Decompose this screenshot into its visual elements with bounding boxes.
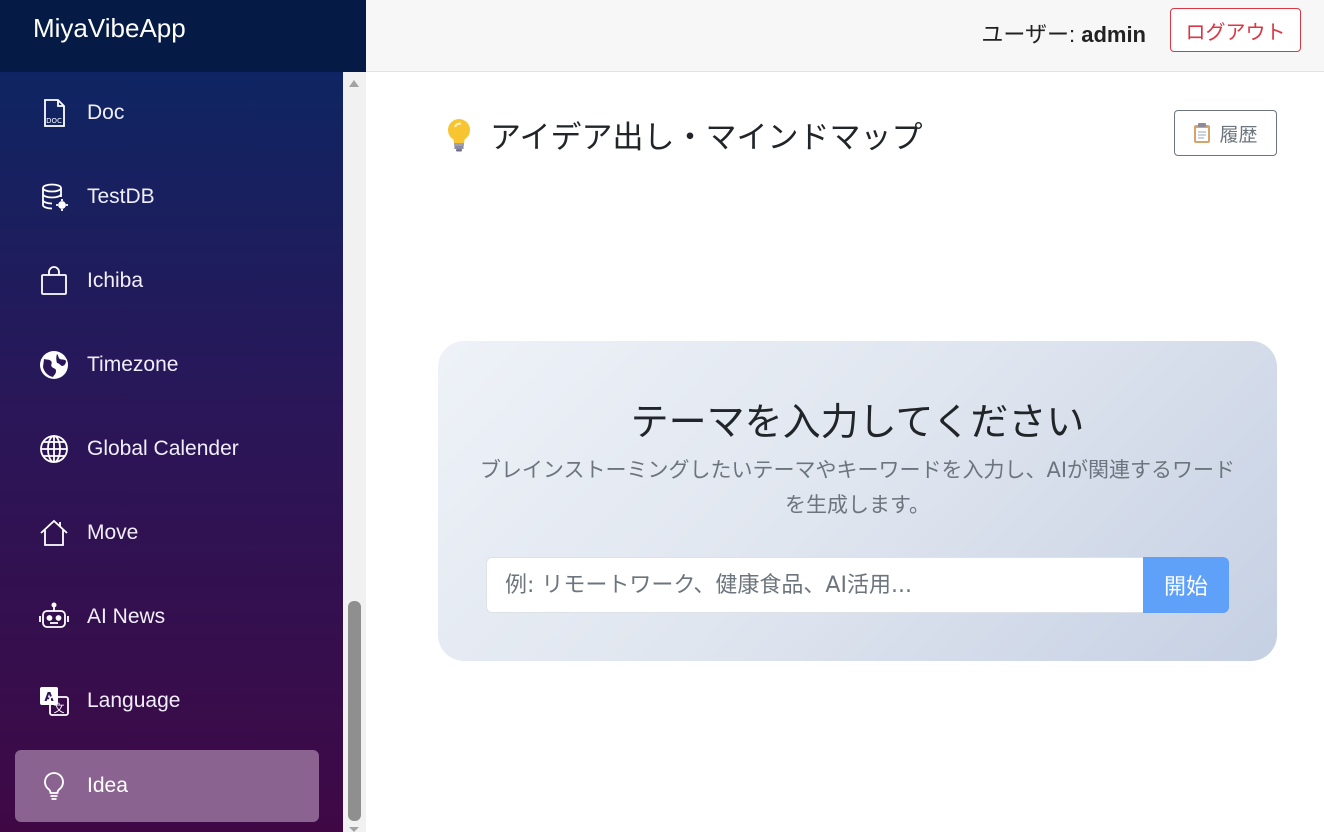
house-icon: [37, 516, 71, 550]
logout-button[interactable]: ログアウト: [1170, 8, 1301, 52]
database-gear-icon: [37, 180, 71, 214]
app-brand[interactable]: MiyaVibeApp: [0, 0, 366, 72]
sidebar-item-idea[interactable]: Idea: [15, 750, 319, 822]
history-label: 履歴: [1219, 123, 1258, 146]
lightbulb-icon: [37, 769, 71, 803]
svg-text:DOC: DOC: [46, 117, 62, 125]
sidebar-item-ichiba[interactable]: Ichiba: [15, 245, 319, 317]
sidebar-item-label: AI News: [87, 605, 166, 628]
page-title: アイデア出し・マインドマップ: [444, 112, 922, 157]
page-title-text: アイデア出し・マインドマップ: [490, 120, 923, 156]
sidebar-item-label: Idea: [87, 774, 128, 797]
sidebar-item-doc[interactable]: DOC Doc: [15, 77, 319, 149]
top-header: ユーザー: admin ログアウト: [366, 0, 1324, 72]
current-user: ユーザー: admin: [981, 17, 1146, 49]
sidebar-item-testdb[interactable]: TestDB: [15, 161, 319, 233]
globe-icon: [37, 348, 71, 382]
history-button[interactable]: 履歴: [1174, 110, 1277, 156]
theme-input[interactable]: [486, 557, 1143, 613]
sidebar-item-label: Language: [87, 689, 181, 712]
sidebar-item-move[interactable]: Move: [15, 497, 319, 569]
globe-grid-icon: [37, 432, 71, 466]
start-button[interactable]: 開始: [1143, 557, 1229, 613]
robot-icon: [37, 600, 71, 634]
user-name: admin: [1081, 22, 1146, 47]
shopping-bag-icon: [37, 264, 71, 298]
theme-input-card: テーマを入力してください ブレインストーミングしたいテーマやキーワードを入力し、…: [438, 341, 1277, 661]
card-title: テーマを入力してください: [630, 400, 1085, 444]
clipboard-icon: [1194, 123, 1211, 143]
sidebar-item-label: Doc: [87, 101, 125, 124]
sidebar-item-label: Global Calender: [87, 437, 239, 460]
brand-name: MiyaVibeApp: [33, 13, 186, 43]
sidebar-item-label: Ichiba: [87, 269, 144, 292]
sidebar-item-ai-news[interactable]: AI News: [15, 581, 319, 653]
sidebar-item-label: TestDB: [87, 185, 155, 208]
scroll-down-arrow-icon[interactable]: [349, 827, 359, 832]
sidebar: DOC Doc TestDB Ichiba Timezone Global Ca…: [0, 72, 343, 832]
sidebar-item-label: Move: [87, 521, 139, 544]
theme-input-group: 開始: [486, 557, 1229, 613]
sidebar-scrollbar[interactable]: [343, 72, 366, 832]
svg-text:文: 文: [54, 701, 65, 715]
scroll-thumb[interactable]: [348, 601, 361, 821]
sidebar-item-timezone[interactable]: Timezone: [15, 329, 319, 401]
scroll-up-arrow-icon[interactable]: [349, 80, 359, 87]
card-description: ブレインストーミングしたいテーマやキーワードを入力し、AIが関連するワードを生成…: [479, 458, 1236, 517]
sidebar-item-label: Timezone: [87, 353, 179, 376]
sidebar-item-language[interactable]: A文 Language: [15, 665, 319, 737]
sidebar-item-global-calender[interactable]: Global Calender: [15, 413, 319, 485]
translate-icon: A文: [37, 684, 71, 718]
user-prefix: ユーザー:: [981, 22, 1082, 47]
doc-file-icon: DOC: [37, 96, 71, 130]
lightbulb-emoji-icon: [448, 118, 470, 151]
